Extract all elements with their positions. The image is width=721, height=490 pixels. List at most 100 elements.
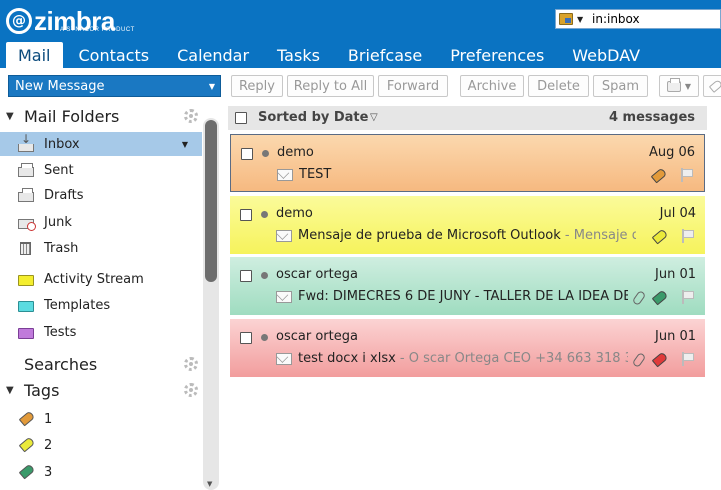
print-button[interactable]: ▼: [659, 75, 699, 97]
tag-label: 1: [44, 412, 53, 427]
message-sender: demo: [277, 145, 314, 160]
spam-button[interactable]: Spam: [593, 75, 648, 97]
logo-subtitle: A SYNACOR PRODUCT: [60, 27, 135, 33]
sidebar-tag-1[interactable]: 1: [0, 408, 202, 432]
tab-preferences[interactable]: Preferences: [436, 42, 558, 68]
folder-label: Sent: [44, 162, 74, 178]
sort-descending-icon[interactable]: ▽: [370, 112, 378, 123]
chevron-down-icon[interactable]: ▼: [182, 140, 188, 149]
tag-button[interactable]: [703, 75, 721, 97]
sidebar-scrollbar[interactable]: ▼: [203, 118, 219, 490]
message-checkbox[interactable]: [240, 209, 252, 221]
message-date: Jun 01: [655, 329, 696, 344]
tag-icon: [708, 79, 721, 93]
gear-icon[interactable]: [184, 357, 198, 371]
sidebar-tag-2[interactable]: 2: [0, 434, 202, 458]
flag-icon[interactable]: [682, 352, 694, 366]
scrollbar-thumb[interactable]: [205, 120, 217, 282]
new-message-button[interactable]: New Message ▼: [8, 75, 221, 97]
tag-label: 3: [44, 465, 53, 480]
tab-mail[interactable]: Mail: [6, 42, 63, 68]
list-scrollbar[interactable]: [707, 106, 721, 490]
tag-icon[interactable]: [650, 167, 668, 184]
envelope-icon: [276, 353, 292, 365]
folder-label: Drafts: [44, 187, 84, 203]
search-box: ▼: [555, 9, 721, 29]
sidebar-item-drafts[interactable]: Drafts: [0, 183, 202, 207]
read-status-icon[interactable]: [261, 334, 268, 341]
folder-label: Templates: [44, 297, 111, 313]
tag-icon[interactable]: [651, 351, 669, 368]
tab-briefcase[interactable]: Briefcase: [334, 42, 436, 68]
collapse-triangle-icon[interactable]: ▼: [6, 385, 18, 396]
chevron-down-icon[interactable]: ▼: [209, 82, 215, 91]
searches-header[interactable]: Searches: [0, 352, 97, 376]
sidebar-tag-3[interactable]: 3: [0, 461, 202, 485]
reply-all-button[interactable]: Reply to All: [287, 75, 374, 97]
message-date: Aug 06: [648, 145, 695, 160]
sidebar-item-inbox[interactable]: Inbox ▼: [0, 132, 202, 156]
inbox-icon: [18, 132, 34, 152]
message-checkbox[interactable]: [240, 332, 252, 344]
message-row[interactable]: demo Aug 06 TEST: [230, 134, 705, 192]
read-status-icon[interactable]: [261, 211, 268, 218]
folder-label: Tests: [44, 324, 77, 340]
folder-label: Activity Stream: [44, 271, 144, 287]
sidebar-item-activity-stream[interactable]: Activity Stream: [0, 267, 202, 291]
gear-icon[interactable]: [184, 383, 198, 397]
message-row[interactable]: oscar ortega Jun 01 test docx i xlsx - O…: [230, 319, 705, 377]
sidebar-item-templates[interactable]: Templates: [0, 293, 202, 317]
tags-header[interactable]: ▼ Tags: [0, 378, 59, 402]
sidebar-item-junk[interactable]: Junk: [0, 210, 202, 234]
sort-by-date[interactable]: Sorted by Date: [258, 110, 368, 125]
gear-icon[interactable]: [184, 109, 198, 123]
attachment-icon: [631, 289, 647, 307]
read-status-icon[interactable]: [262, 150, 269, 157]
message-row[interactable]: demo Jul 04 Mensaje de prueba de Microso…: [230, 196, 705, 254]
sidebar-item-tests[interactable]: Tests: [0, 320, 202, 344]
delete-button[interactable]: Delete: [528, 75, 589, 97]
envelope-icon: [276, 291, 292, 303]
tag-icon[interactable]: [651, 228, 669, 245]
collapse-triangle-icon[interactable]: ▼: [6, 111, 18, 122]
forward-button[interactable]: Forward: [378, 75, 448, 97]
zimbra-logo-icon: @: [6, 8, 32, 34]
folder-icon: [18, 328, 34, 339]
message-row[interactable]: oscar ortega Jun 01 Fwd: DIMECRES 6 DE J…: [230, 257, 705, 315]
tab-calendar[interactable]: Calendar: [163, 42, 263, 68]
sent-icon: [18, 163, 34, 177]
mail-folders-header[interactable]: ▼ Mail Folders: [0, 104, 119, 128]
reply-button[interactable]: Reply: [231, 75, 283, 97]
attachment-icon: [631, 351, 647, 369]
read-status-icon[interactable]: [261, 272, 268, 279]
select-all-checkbox[interactable]: [235, 112, 247, 124]
tab-webdav[interactable]: WebDAV: [558, 42, 654, 68]
search-input[interactable]: [592, 11, 716, 27]
folder-label: Inbox: [44, 136, 80, 152]
tags-label: Tags: [24, 380, 60, 400]
message-checkbox[interactable]: [240, 270, 252, 282]
app-header: @ zimbra A SYNACOR PRODUCT ▼ Mail Contac…: [0, 0, 721, 68]
folder-label: Trash: [44, 240, 79, 256]
folder-label: Junk: [44, 214, 72, 230]
junk-icon: [18, 219, 36, 231]
envelope-icon: [276, 230, 292, 242]
search-type-menu[interactable]: ▼: [556, 10, 592, 28]
flag-icon[interactable]: [682, 229, 694, 243]
sidebar-item-trash[interactable]: Trash: [0, 236, 202, 260]
mail-folders-label: Mail Folders: [24, 106, 120, 126]
subject-text: Fwd: DIMECRES 6 DE JUNY - TALLER DE LA I…: [298, 289, 628, 304]
tab-tasks[interactable]: Tasks: [263, 42, 334, 68]
subject-text: TEST: [299, 167, 332, 182]
scroll-down-icon[interactable]: ▼: [207, 480, 212, 488]
chevron-down-icon: ▼: [684, 81, 692, 91]
flag-icon[interactable]: [682, 290, 694, 304]
archive-button[interactable]: Archive: [460, 75, 524, 97]
message-checkbox[interactable]: [241, 148, 253, 160]
tag-icon[interactable]: [651, 289, 669, 306]
tab-contacts[interactable]: Contacts: [63, 42, 164, 68]
message-sender: oscar ortega: [276, 267, 358, 282]
chevron-down-icon: ▼: [577, 14, 584, 24]
sidebar-item-sent[interactable]: Sent: [0, 158, 202, 182]
flag-icon[interactable]: [681, 168, 693, 182]
